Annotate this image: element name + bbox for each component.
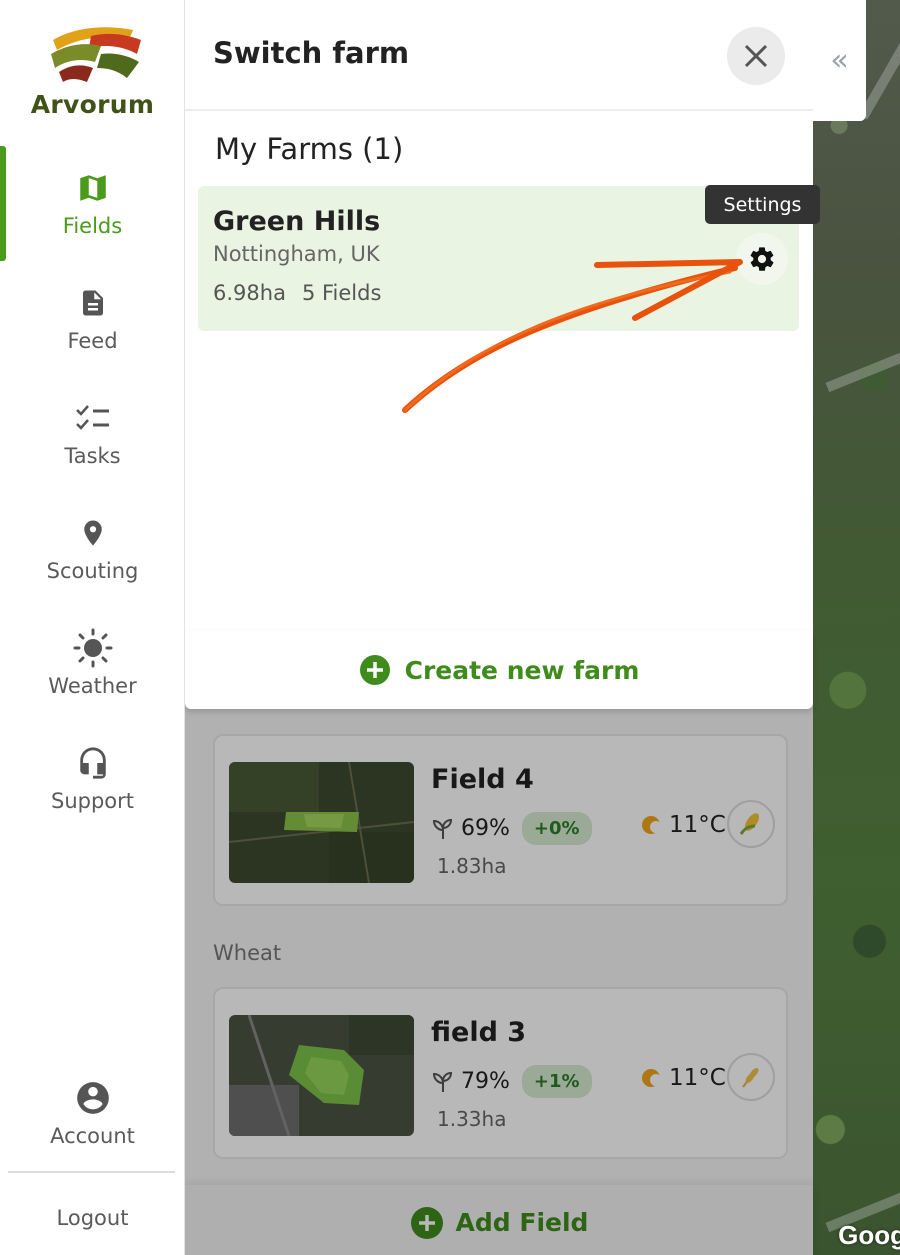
location-pin-icon [0,513,185,553]
sidebar-item-weather[interactable]: Weather [0,628,185,698]
farms-heading: My Farms (1) [215,132,404,166]
sidebar-item-label: Weather [48,674,137,698]
sidebar-item-label: Account [50,1124,135,1148]
sidebar-item-scouting[interactable]: Scouting [0,513,185,583]
gear-icon [750,247,774,271]
logout-label: Logout [56,1206,129,1230]
sidebar-item-label: Support [50,789,134,813]
sidebar-item-feed[interactable]: Feed [0,283,185,353]
sun-icon [0,628,185,668]
farm-settings-button[interactable] [736,233,788,285]
farm-name: Green Hills [213,206,381,237]
sidebar-item-account[interactable]: Account [0,1078,185,1148]
map-icon [0,168,185,208]
arvorum-logo-icon [50,27,141,82]
headset-icon [0,743,185,783]
sidebar-divider [8,1171,175,1173]
create-new-farm-label: Create new farm [404,655,640,685]
plus-circle-icon [359,655,390,685]
account-icon [0,1078,185,1118]
panel-title: Switch farm [213,36,410,70]
switch-farm-panel: Switch farm My Farms (1) Green Hills Not… [185,0,813,632]
app-logo[interactable]: Arvorum [30,22,155,119]
map-attribution: Goog [838,1220,900,1250]
sidebar-item-label: Fields [62,214,123,238]
sidebar-item-label: Tasks [64,444,121,468]
sidebar-item-label: Scouting [46,559,139,583]
close-button[interactable] [727,27,785,85]
farm-field-count: 5 Fields [301,281,382,305]
app-name: Arvorum [30,90,155,119]
sidebar-item-support[interactable]: Support [0,743,185,813]
document-icon [0,283,185,323]
sidebar-item-label: Feed [67,329,118,353]
create-new-farm-button[interactable]: Create new farm [185,631,813,709]
sidebar: Arvorum Fields Feed Tasks Scouting Weath… [0,0,185,1255]
sidebar-item-fields[interactable]: Fields [0,168,185,238]
collapse-panel-button[interactable]: « [813,0,866,121]
settings-tooltip: Settings [705,185,820,224]
checklist-icon [0,398,185,438]
map-road [825,337,900,393]
sidebar-item-tasks[interactable]: Tasks [0,398,185,468]
farm-location: Nottingham, UK [213,242,380,266]
panel-header: Switch farm [185,0,813,111]
farm-stats: 6.98ha 5 Fields [213,281,381,305]
map-view[interactable]: Goog [813,0,900,1255]
logout-button[interactable]: Logout [0,1200,185,1230]
double-chevron-left-icon: « [830,43,849,78]
farm-area: 6.98ha [213,281,286,305]
close-icon [744,44,768,68]
